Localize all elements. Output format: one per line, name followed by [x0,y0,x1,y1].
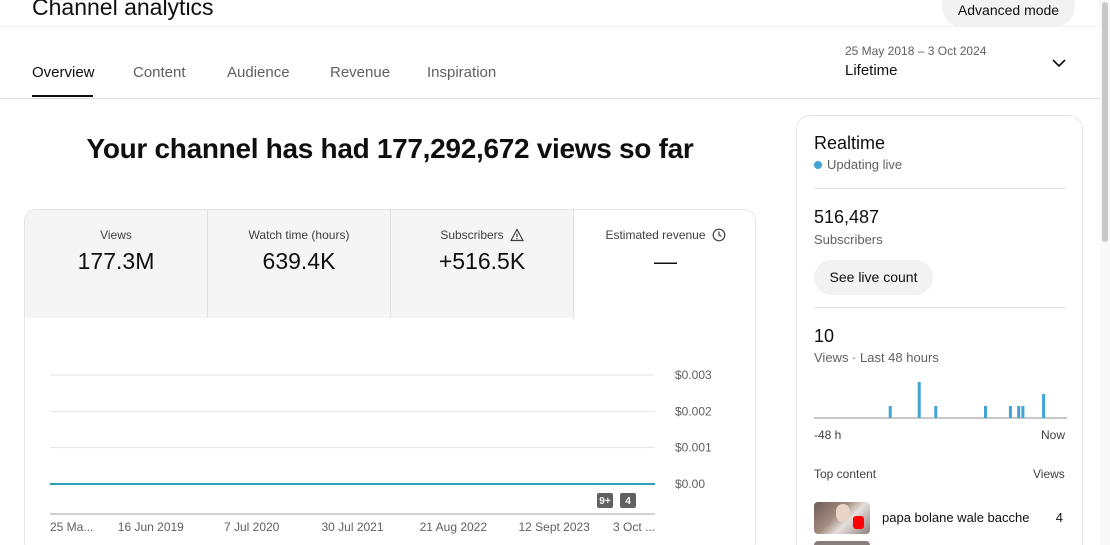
y-tick-label: $0.00 [675,477,705,491]
y-tick-label: $0.001 [675,441,712,455]
metric-label: Views [100,228,132,242]
realtime-bar[interactable] [934,406,938,418]
video-thumbnail[interactable] [814,541,870,545]
warning-icon[interactable] [509,228,524,242]
scrollbar[interactable] [1100,0,1110,545]
realtime-bar[interactable] [1017,406,1021,418]
top-content-title[interactable]: papa bolane wale bacche [882,510,1029,525]
realtime-bar[interactable] [984,406,987,418]
realtime-views-count: 10 [814,326,835,346]
mini-chart-end-label: Now [1041,428,1066,442]
x-tick-label: 7 Jul 2020 [224,520,280,534]
video-thumbnail[interactable] [814,502,870,534]
thumbnail-face [836,504,850,522]
tab-revenue[interactable]: Revenue [330,64,390,81]
metric-label: Estimated revenue [574,228,755,242]
realtime-bar[interactable] [888,406,892,418]
x-tick-label: 3 Oct ... [613,520,655,534]
realtime-views-chart [814,382,1067,419]
x-tick-label: 12 Sept 2023 [518,520,590,534]
top-content-item[interactable]: papa bolane wale bacche 4 [814,502,1066,534]
divider [814,307,1066,308]
date-range-label[interactable]: Lifetime [845,62,898,79]
top-content-views-heading: Views [1033,467,1065,481]
metric-tab-views[interactable]: Views 177.3M [25,210,208,318]
metric-value: +516.5K [438,248,526,274]
metric-tab-estimated-revenue[interactable]: Estimated revenue — [574,210,755,318]
chevron-down-icon[interactable] [1050,54,1068,72]
y-tick-label: $0.002 [675,404,712,418]
realtime-bar[interactable] [1042,394,1046,418]
tab-audience[interactable]: Audience [227,64,290,81]
tab-inspiration[interactable]: Inspiration [427,64,496,81]
x-tick-label: 16 Jun 2019 [118,520,184,534]
event-badge-label: 4 [625,496,631,507]
event-badge-label: 9+ [599,496,611,507]
top-content-views: 4 [1055,510,1063,525]
live-dot-icon [814,160,822,169]
revenue-chart: $0.003 $0.002 $0.001 $0.00 25 Ma... 16 Jun 20… [50,368,712,534]
event-badge[interactable]: 9+ [597,493,613,508]
realtime-views-label: Views · Last 48 hours [814,350,939,365]
x-tick-label: 25 Ma... [50,520,93,534]
live-status: Updating live [814,157,902,172]
see-live-count-button[interactable]: See live count [814,260,933,295]
realtime-card: Realtime Updating live 516,487 Subscribe… [796,115,1083,545]
metric-label: Subscribers [391,228,573,242]
top-content-heading: Top content [814,467,877,481]
event-badge[interactable]: 4 [620,493,636,508]
metric-value: 639.4K [262,248,336,274]
x-tick-label: 21 Aug 2022 [420,520,488,534]
page-title: Channel analytics [32,0,214,20]
metric-value: — [654,248,677,274]
subscriber-label: Subscribers [814,232,883,247]
tab-overview[interactable]: Overview [32,64,95,81]
realtime-title: Realtime [814,133,886,153]
y-tick-label: $0.003 [675,368,712,382]
metric-tab-watch-time[interactable]: Watch time (hours) 639.4K [208,210,391,318]
active-tab-indicator [32,95,93,97]
scrollbar-thumb[interactable] [1102,2,1108,242]
tabs-divider [0,98,1100,99]
mini-chart-start-label: -48 h [814,428,842,442]
metrics-card: Views 177.3M Watch time (hours) 639.4K S… [24,209,756,545]
tab-content[interactable]: Content [133,64,186,81]
header-divider [0,26,1100,27]
metric-tab-subscribers[interactable]: Subscribers +516.5K [391,210,574,318]
x-tick-label: 30 Jul 2021 [321,520,383,534]
advanced-mode-button[interactable]: Advanced mode [942,0,1075,27]
subscriber-count: 516,487 [814,207,880,227]
divider [814,188,1066,189]
metric-label: Watch time (hours) [248,228,350,242]
realtime-bar[interactable] [917,382,921,418]
realtime-bar[interactable] [1021,406,1025,418]
live-status-text: Updating live [827,157,903,172]
shorts-icon [853,516,864,529]
metric-value: 177.3M [77,248,155,274]
date-range-text[interactable]: 25 May 2018 – 3 Oct 2024 [845,44,986,58]
clock-icon[interactable] [712,228,726,242]
realtime-bar[interactable] [1008,406,1012,418]
views-headline: Your channel has had 177,292,672 views s… [86,133,694,164]
